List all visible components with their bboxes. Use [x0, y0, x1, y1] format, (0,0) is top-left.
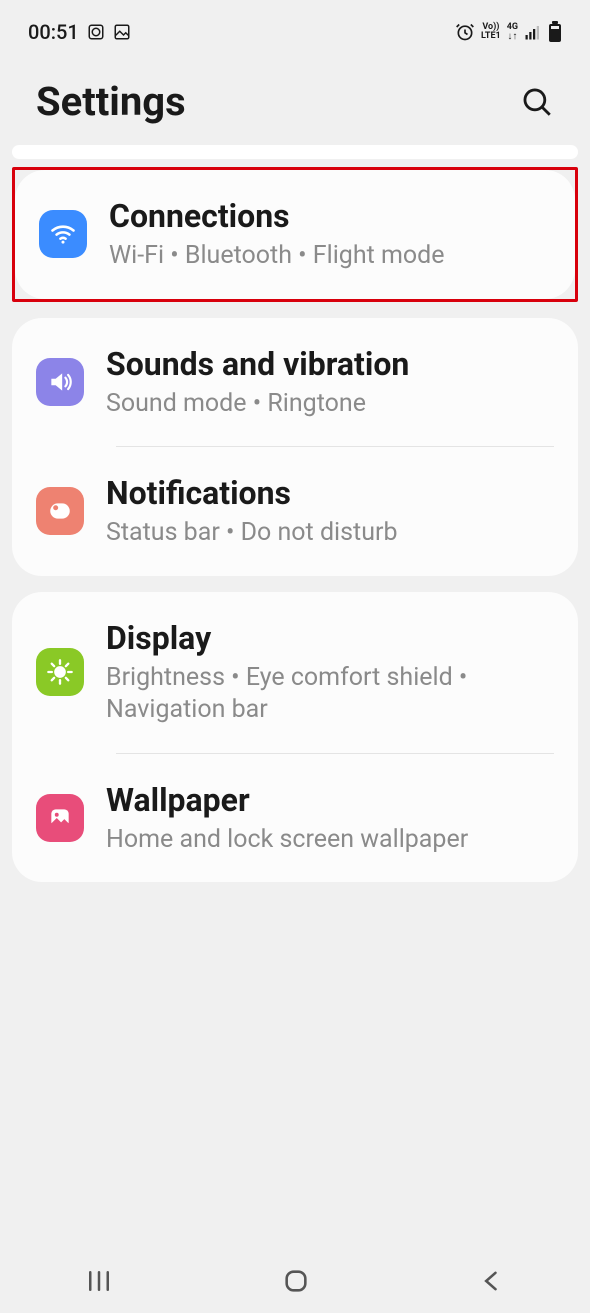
row-text: Sounds and vibration Sound mode • Ringto…	[106, 344, 554, 421]
row-subtitle: Home and lock screen wallpaper	[106, 824, 554, 857]
row-title: Wallpaper	[106, 780, 554, 820]
net-labels: Vo)) LTE1	[481, 23, 501, 41]
row-title: Sounds and vibration	[106, 344, 554, 384]
settings-row-wallpaper[interactable]: Wallpaper Home and lock screen wallpaper	[12, 754, 578, 883]
signal-icon	[524, 23, 542, 41]
clock-small-icon	[87, 23, 105, 41]
search-button[interactable]	[520, 85, 554, 119]
back-button[interactable]	[478, 1267, 506, 1295]
page-title: Settings	[36, 78, 186, 125]
row-text: Notifications Status bar • Do not distur…	[106, 473, 554, 550]
recents-button[interactable]	[84, 1266, 114, 1296]
settings-group-3: Display Brightness • Eye comfort shield …	[12, 592, 578, 883]
scroll-hint	[12, 145, 578, 159]
row-subtitle: Wi‑Fi • Bluetooth • Flight mode	[109, 240, 551, 273]
row-title: Notifications	[106, 473, 554, 513]
settings-row-notifications[interactable]: Notifications Status bar • Do not distur…	[12, 447, 578, 576]
recents-icon	[84, 1266, 114, 1296]
row-text: Display Brightness • Eye comfort shield …	[106, 618, 554, 727]
status-bar: 00:51 Vo)) LTE1 4G ↓↑	[0, 0, 590, 54]
settings-header: Settings	[0, 54, 590, 145]
status-time: 00:51	[28, 20, 79, 44]
row-subtitle: Brightness • Eye comfort shield • Naviga…	[106, 662, 554, 727]
settings-group-connections: Connections Wi‑Fi • Bluetooth • Flight m…	[15, 170, 575, 299]
search-icon	[520, 85, 554, 119]
wifi-icon	[39, 210, 87, 258]
net-4g: 4G ↓↑	[507, 23, 518, 42]
highlight-box: Connections Wi‑Fi • Bluetooth • Flight m…	[12, 167, 578, 302]
wallpaper-icon	[36, 794, 84, 842]
home-icon	[282, 1267, 310, 1295]
settings-row-sounds[interactable]: Sounds and vibration Sound mode • Ringto…	[12, 318, 578, 447]
status-left: 00:51	[28, 20, 131, 44]
home-button[interactable]	[282, 1267, 310, 1295]
status-right: Vo)) LTE1 4G ↓↑	[455, 21, 562, 43]
row-title: Connections	[109, 196, 551, 236]
display-icon	[36, 648, 84, 696]
battery-icon	[548, 21, 562, 43]
settings-row-display[interactable]: Display Brightness • Eye comfort shield …	[12, 592, 578, 753]
row-title: Display	[106, 618, 554, 658]
settings-row-connections[interactable]: Connections Wi‑Fi • Bluetooth • Flight m…	[15, 170, 575, 299]
image-small-icon	[113, 23, 131, 41]
notification-icon	[36, 487, 84, 535]
alarm-icon	[455, 22, 475, 42]
row-subtitle: Status bar • Do not disturb	[106, 517, 554, 550]
row-text: Connections Wi‑Fi • Bluetooth • Flight m…	[109, 196, 551, 273]
navigation-bar	[0, 1249, 590, 1313]
settings-group-2: Sounds and vibration Sound mode • Ringto…	[12, 318, 578, 576]
row-subtitle: Sound mode • Ringtone	[106, 388, 554, 421]
row-text: Wallpaper Home and lock screen wallpaper	[106, 780, 554, 857]
sound-icon	[36, 358, 84, 406]
back-icon	[478, 1267, 506, 1295]
